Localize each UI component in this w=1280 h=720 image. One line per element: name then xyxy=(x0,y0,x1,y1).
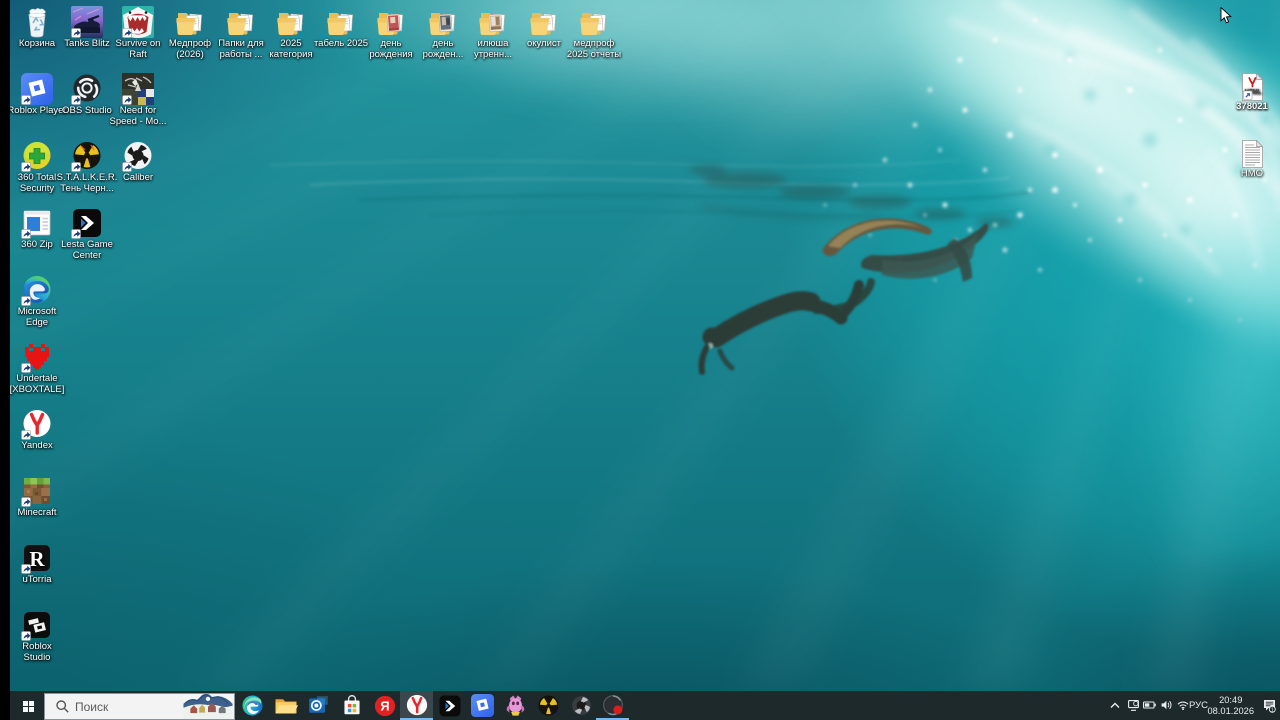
svg-text:R: R xyxy=(29,547,45,571)
svg-text:Я: Я xyxy=(380,698,389,713)
svg-text:1: 1 xyxy=(1271,707,1274,713)
